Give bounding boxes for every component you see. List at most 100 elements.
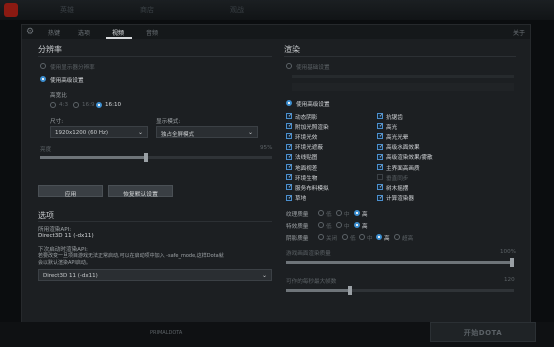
render-option-right-label: 垂直同步: [386, 175, 409, 182]
aspect-4-3-radio[interactable]: [50, 102, 56, 108]
divider: [38, 221, 272, 222]
top-nav-item[interactable]: 英雄: [60, 5, 74, 15]
use-advanced-rendering-label: 使用高级设置: [296, 102, 330, 108]
effects-mid-radio[interactable]: [336, 222, 342, 228]
brightness-slider[interactable]: [40, 153, 272, 162]
max-fps-handle[interactable]: [347, 286, 352, 295]
render-option-right-checkbox[interactable]: ✓: [377, 184, 383, 191]
render-option-left-checkbox[interactable]: ✓: [286, 184, 293, 191]
render-option-right-label: 高光: [386, 124, 398, 131]
render-option-left-label: 环境光遮蔽: [295, 145, 323, 152]
shadow-low-radio[interactable]: [342, 234, 348, 240]
max-fps-slider[interactable]: [286, 286, 514, 295]
aspect-16-10-radio[interactable]: [96, 102, 102, 108]
settings-window: ⚙ 热键 选项 视频 音频 关于 分辨率 使用显示器分辨率 使用高级设置 高宽比…: [22, 25, 530, 322]
shadow-high-label: 高: [384, 236, 390, 242]
top-nav-item[interactable]: 商店: [140, 5, 154, 15]
render-option-left-checkbox[interactable]: ✓: [286, 153, 293, 160]
render-quality-label: 游戏画面渲染质量: [286, 251, 331, 257]
checkmark-icon: ✓: [288, 194, 293, 201]
render-option-right-checkbox[interactable]: ✓: [377, 143, 383, 150]
shadow-mid-radio[interactable]: [359, 234, 365, 240]
render-quality-slider[interactable]: [286, 258, 514, 267]
render-option-right-checkbox[interactable]: ✓: [377, 164, 383, 170]
gear-icon[interactable]: ⚙: [26, 27, 34, 37]
divider: [284, 56, 516, 57]
effects-low-radio[interactable]: [318, 222, 324, 228]
render-option-left-label: 动态阴影: [295, 114, 318, 121]
use-display-resolution-radio[interactable]: [40, 63, 46, 69]
render-option-right-checkbox[interactable]: [377, 174, 383, 181]
aspect-16-9-radio[interactable]: [73, 102, 79, 108]
checkmark-icon: ✓: [379, 113, 384, 119]
play-dota-button[interactable]: 开始DOTA: [430, 322, 536, 342]
top-bar: 英雄 商店 观战: [0, 0, 554, 20]
effects-high-radio[interactable]: [354, 222, 360, 228]
checkmark-icon: ✓: [288, 123, 293, 130]
tab-options[interactable]: 选项: [78, 28, 90, 37]
tab-hotkeys[interactable]: 热键: [48, 28, 60, 37]
tab-audio[interactable]: 音频: [146, 28, 158, 37]
brightness-value: 95%: [260, 145, 273, 151]
display-mode-select[interactable]: 独占全屏模式 ⌄: [156, 126, 258, 138]
render-option-left-label: 环境生物: [295, 175, 318, 182]
aspect-16-9-label: 16:9: [82, 102, 95, 108]
apply-button[interactable]: 应用: [38, 185, 103, 198]
chevron-down-icon: ⌄: [247, 129, 253, 136]
dota-logo-icon[interactable]: [4, 3, 18, 17]
tab-video[interactable]: 视频: [112, 28, 124, 37]
checkmark-icon: ✓: [288, 113, 293, 119]
render-quality-handle[interactable]: [510, 258, 514, 267]
render-option-right-checkbox[interactable]: ✓: [377, 123, 383, 130]
render-option-right-label: 主界面高画质: [386, 165, 420, 172]
effects-high-label: 高: [362, 224, 368, 230]
brightness-handle[interactable]: [144, 153, 149, 162]
resolution-size-value: 1920x1200 (60 Hz): [55, 130, 109, 136]
shadow-high-radio[interactable]: [376, 234, 382, 240]
render-option-left-checkbox[interactable]: ✓: [286, 164, 292, 170]
top-nav-item[interactable]: 观战: [230, 5, 244, 15]
render-option-left-checkbox[interactable]: ✓: [286, 133, 292, 140]
render-option-left-checkbox[interactable]: ✓: [286, 123, 293, 130]
texture-high-label: 高: [362, 212, 368, 218]
restore-defaults-button[interactable]: 恢复默认设置: [108, 185, 173, 198]
render-option-right-label: 树木摇摆: [386, 185, 409, 192]
next-api-select[interactable]: Direct3D 11 (-dx11) ⌄: [38, 269, 272, 281]
render-option-right-checkbox[interactable]: ✓: [377, 153, 384, 160]
resolution-size-select[interactable]: 1920x1200 (60 Hz) ⌄: [50, 126, 148, 138]
use-advanced-rendering-radio[interactable]: [286, 100, 292, 106]
apply-label: 应用: [64, 192, 77, 198]
basic-quality-ticks: [292, 83, 514, 91]
render-option-left-checkbox[interactable]: ✓: [286, 174, 292, 181]
texture-quality-label: 纹理质量: [286, 212, 309, 218]
render-option-right-checkbox[interactable]: ✓: [377, 194, 383, 201]
shadow-off-radio[interactable]: [318, 234, 324, 240]
checkmark-icon: ✓: [288, 184, 293, 191]
use-basic-settings-radio[interactable]: [286, 63, 292, 69]
texture-mid-radio[interactable]: [336, 210, 342, 216]
checkmark-icon: ✓: [379, 153, 384, 160]
render-option-right-checkbox[interactable]: ✓: [377, 113, 383, 119]
shadow-quality-label: 阴影质量: [286, 236, 309, 242]
about-link[interactable]: 关于: [513, 28, 525, 37]
shadow-mid-label: 中: [367, 236, 373, 242]
render-option-left-checkbox[interactable]: ✓: [286, 143, 292, 150]
render-option-right-label: 高光光晕: [386, 134, 409, 141]
bottom-bar-text: PRIMALDOTA: [150, 330, 183, 336]
basic-quality-slider[interactable]: [292, 75, 514, 78]
texture-high-radio[interactable]: [354, 210, 360, 216]
use-advanced-resolution-radio[interactable]: [40, 76, 46, 82]
aspect-ratio-label: 高宽比: [50, 93, 67, 99]
shadow-ultra-radio[interactable]: [394, 234, 400, 240]
render-option-left-checkbox[interactable]: ✓: [286, 113, 292, 119]
render-option-right-checkbox[interactable]: ✓: [377, 133, 383, 140]
checkmark-icon: ✓: [288, 153, 293, 160]
render-option-right-label: 计算渲染器: [386, 196, 414, 203]
api-note-line1: 若要改变一旦项目游戏无法正常启动,可以在启动项中加入 -safe_mode,这样…: [38, 253, 224, 259]
render-option-left-checkbox[interactable]: ✓: [286, 194, 293, 201]
effects-quality-label: 特效质量: [286, 224, 309, 230]
use-display-resolution-label: 使用显示器分辨率: [50, 65, 95, 71]
texture-low-radio[interactable]: [318, 210, 324, 216]
api-note-line2: 会以默认渲染API启动。: [38, 260, 91, 266]
divider: [38, 56, 272, 57]
